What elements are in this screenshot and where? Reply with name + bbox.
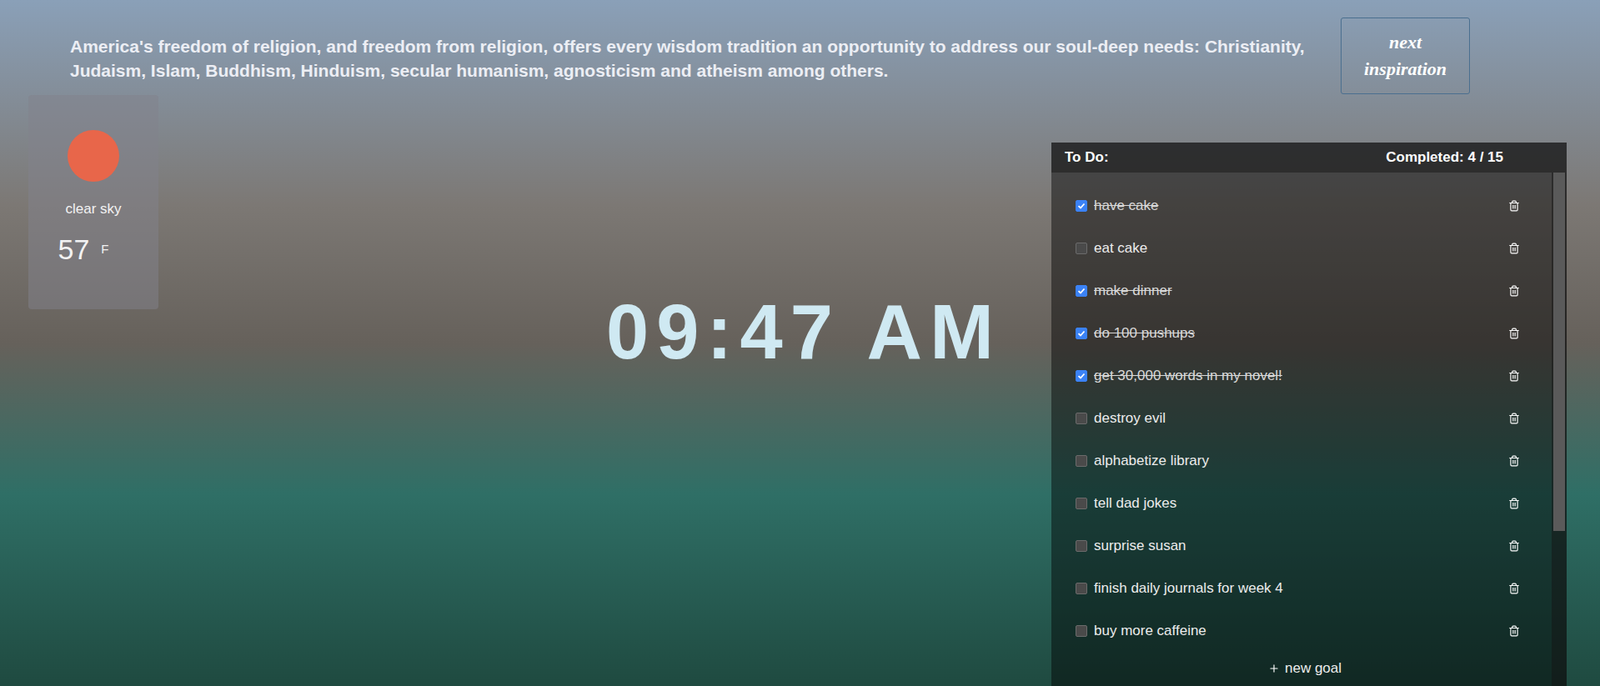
todo-item: buy more caffeine <box>1051 609 1552 653</box>
completed-count: Completed: 4 / 15 <box>1385 146 1554 169</box>
todo-text: alphabetize library <box>1093 451 1509 471</box>
todo-item: alphabetize library <box>1051 439 1552 482</box>
temperature-value: 57 <box>58 228 91 271</box>
dashboard: America's freedom of religion, and freed… <box>0 0 1600 686</box>
check-icon <box>1077 371 1086 381</box>
todo-text: finish daily journals for week 4 <box>1093 579 1509 598</box>
check-icon <box>1077 286 1086 296</box>
todo-checkbox[interactable] <box>1075 200 1088 212</box>
temperature-unit: F <box>100 240 109 260</box>
sun-icon <box>67 130 120 182</box>
clock: 09:47 AM <box>606 288 1002 376</box>
trash-icon[interactable] <box>1508 285 1520 297</box>
top-bar: America's freedom of religion, and freed… <box>0 0 1600 96</box>
todo-text: surprise susan <box>1093 536 1509 556</box>
check-icon <box>1077 201 1086 211</box>
trash-icon[interactable] <box>1508 200 1520 212</box>
todo-item: have cake <box>1051 184 1552 227</box>
todo-item: tell dad jokes <box>1051 481 1552 525</box>
todo-item: get 30,000 words in my novel! <box>1051 354 1552 397</box>
new-goal-label: new goal <box>1284 657 1342 680</box>
scrollbar-thumb[interactable] <box>1553 172 1565 532</box>
todo-item: destroy evil <box>1051 396 1552 440</box>
todo-checkbox[interactable] <box>1075 582 1088 595</box>
trash-icon[interactable] <box>1508 497 1520 510</box>
todo-checkbox[interactable] <box>1075 412 1088 425</box>
plus-icon <box>1268 662 1280 675</box>
todo-checkbox[interactable] <box>1075 540 1088 552</box>
todo-checkbox[interactable] <box>1075 242 1088 255</box>
trash-icon[interactable] <box>1508 455 1520 467</box>
todo-header: To Do: Completed: 4 / 15 <box>1051 142 1567 173</box>
weather-description: clear sky <box>65 198 121 221</box>
todo-text: buy more caffeine <box>1093 621 1509 641</box>
weather-card: clear sky 57 F <box>28 95 159 310</box>
todo-item: finish daily journals for week 4 <box>1051 566 1552 610</box>
todo-checkbox[interactable] <box>1075 625 1088 637</box>
new-goal-button[interactable]: new goal <box>1051 652 1552 686</box>
trash-icon[interactable] <box>1508 242 1520 255</box>
next-inspiration-button[interactable]: next inspiration <box>1340 17 1470 95</box>
todo-text: do 100 pushups <box>1093 324 1509 343</box>
todo-item: make dinner <box>1051 269 1552 312</box>
trash-icon[interactable] <box>1508 412 1520 425</box>
todo-text: tell dad jokes <box>1093 494 1509 513</box>
todo-text: destroy evil <box>1093 409 1509 428</box>
todo-text: make dinner <box>1093 281 1509 301</box>
todo-text: eat cake <box>1093 239 1509 258</box>
trash-icon[interactable] <box>1508 625 1520 637</box>
check-icon <box>1077 329 1086 338</box>
trash-icon[interactable] <box>1508 582 1520 595</box>
todo-panel: To Do: Completed: 4 / 15 have cake eat cake… <box>1051 142 1567 686</box>
trash-icon[interactable] <box>1508 370 1520 382</box>
temperature: 57 F <box>58 228 130 271</box>
todo-text: have cake <box>1093 196 1509 216</box>
todo-item: eat cake <box>1051 226 1552 270</box>
todo-text: get 30,000 words in my novel! <box>1093 366 1509 386</box>
todo-checkbox[interactable] <box>1075 285 1088 297</box>
todo-list: have cake eat cake make dinner do 100 pushu… <box>1051 172 1552 686</box>
scrollbar[interactable] <box>1551 172 1567 686</box>
main-area: clear sky 57 F 09:47 AM To Do: Completed: 4 /… <box>0 95 1600 686</box>
clock-area: 09:47 AM <box>158 95 1052 376</box>
todo-checkbox[interactable] <box>1075 497 1088 510</box>
todo-item: do 100 pushups <box>1051 311 1552 355</box>
todo-body: have cake eat cake make dinner do 100 pushu… <box>1051 172 1567 686</box>
todo-title: To Do: <box>1064 146 1109 169</box>
trash-icon[interactable] <box>1508 327 1520 340</box>
todo-checkbox[interactable] <box>1075 455 1088 467</box>
todo-checkbox[interactable] <box>1075 370 1088 382</box>
todo-checkbox[interactable] <box>1075 327 1088 340</box>
todo-item: surprise susan <box>1051 524 1552 567</box>
quote-text: America's freedom of religion, and freed… <box>70 17 1341 83</box>
trash-icon[interactable] <box>1508 540 1520 552</box>
